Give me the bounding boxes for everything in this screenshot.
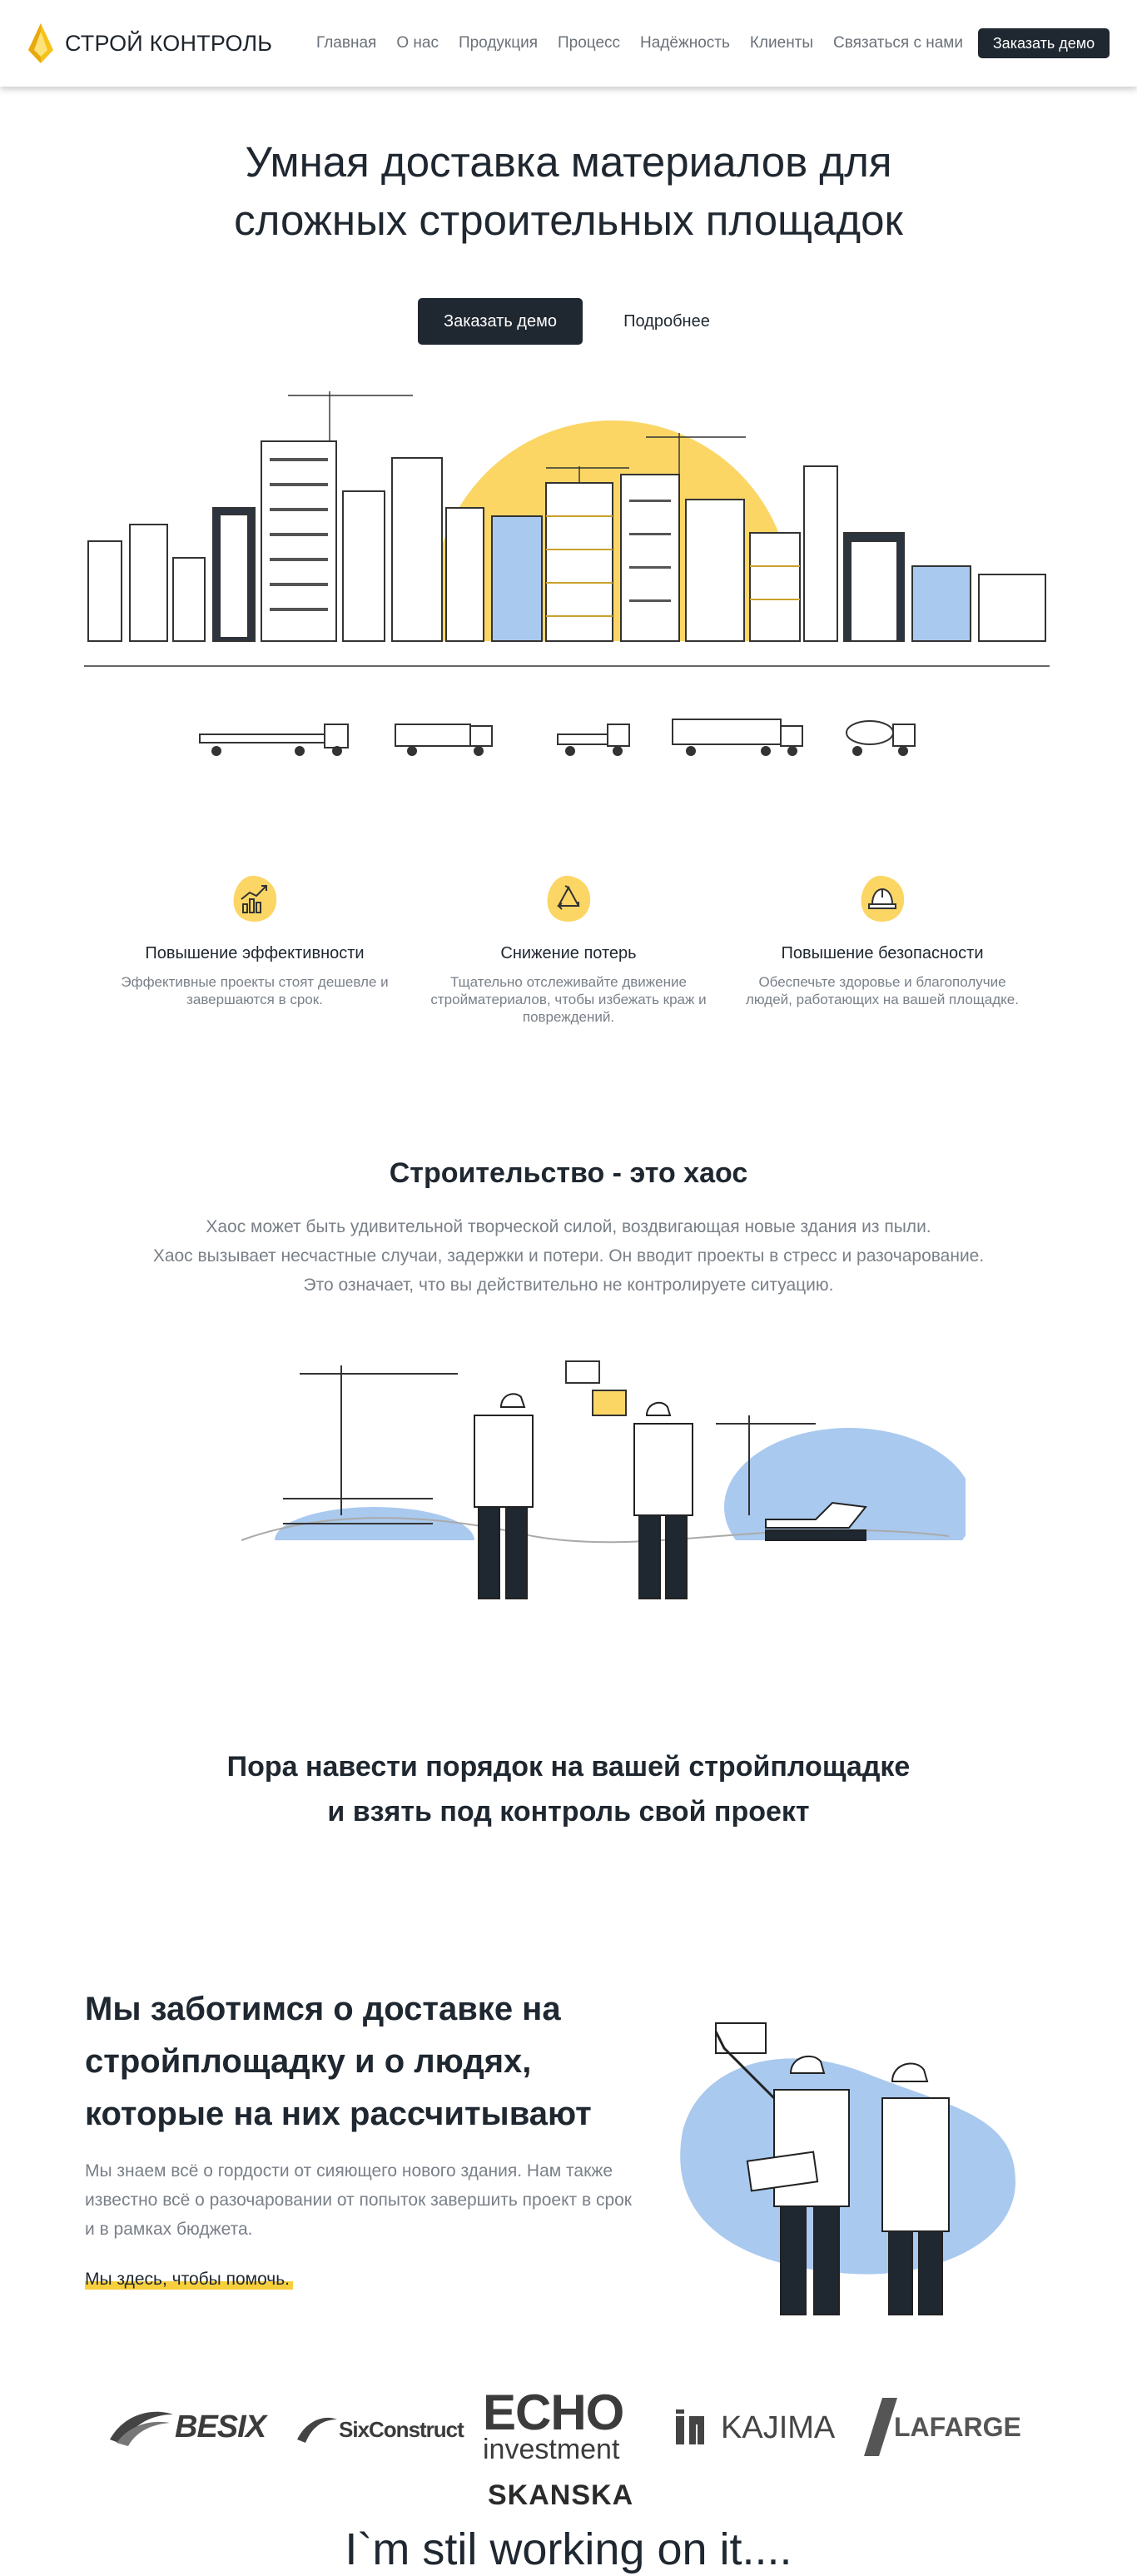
nav-link-home[interactable]: Главная <box>316 32 376 55</box>
construction-workers-illustration <box>233 1360 966 1607</box>
hero-title-line2: сложных строительных площадок <box>234 196 903 244</box>
logo-investment-text: investment <box>483 2434 620 2465</box>
feature-safety: Повышение безопасности Обеспечьте здоров… <box>724 873 1040 1008</box>
care-highlight: Мы здесь, чтобы помочь. <box>85 2270 294 2290</box>
city-skyline-illustration <box>80 391 1054 683</box>
diamond-logo-icon <box>28 23 53 63</box>
logo-echo-investment: ECHO investment <box>483 2385 624 2465</box>
chaos-line2: Хаос вызывает несчастные случаи, задержк… <box>152 1246 985 1266</box>
footer-wip-note: I`m stil working on it.... <box>345 2524 792 2574</box>
chart-growth-icon <box>228 873 281 926</box>
feature-safety-text: Обеспечьте здоровье и благополучие людей… <box>746 974 1019 1007</box>
care-title: Мы заботимся о доставке на стройплощадку… <box>85 1983 651 2141</box>
nav-link-about[interactable]: О нас <box>396 32 439 55</box>
hero-demo-button[interactable]: Заказать демо <box>418 298 583 345</box>
hero-more-button[interactable]: Подробнее <box>604 298 729 345</box>
hero-title-line1: Умная доставка материалов для <box>245 138 892 186</box>
logo-kajima-text: KAJIMA <box>721 2409 836 2445</box>
nav-link-reliability[interactable]: Надёжность <box>640 32 730 55</box>
logo-sixconstruct: SixConstruct <box>295 2413 464 2446</box>
nav-link-contact[interactable]: Связаться с нами <box>833 32 963 55</box>
feature-efficiency: Повышение эффективности Эффективные прое… <box>97 873 413 1008</box>
logo-sixconstruct-text: SixConstruct <box>339 2416 464 2442</box>
client-logos: BESIX SixConstruct ECHO investment KAJIM… <box>0 2385 1137 2523</box>
logo-lafarge-text: LAFARGE <box>894 2411 1021 2442</box>
sixconstruct-swoosh-icon <box>297 2417 337 2443</box>
chaos-text: Хаос может быть удивительной творческой … <box>69 1212 1068 1300</box>
logo-skanska-text: SKANSKA <box>488 2479 634 2511</box>
logo-echo-text: ECHO <box>483 2385 624 2440</box>
logo-skanska: SKANSKA <box>488 2479 633 2512</box>
logo-lafarge: LAFARGE <box>864 2398 1021 2456</box>
feature-losses-title: Снижение потерь <box>500 944 637 962</box>
order-title-line2: и взять под контроль свой проект <box>327 1796 810 1828</box>
logo-besix-text: BESIX <box>175 2409 266 2444</box>
engineers-illustration <box>680 2022 1015 2315</box>
care-title-line1: Мы заботимся о доставке на <box>85 1991 561 2027</box>
recycle-icon <box>542 873 595 926</box>
besix-swoosh-icon <box>110 2411 173 2446</box>
logo-kajima: KAJIMA <box>674 2409 835 2446</box>
hero-title: Умная доставка материалов для сложных ст… <box>152 133 985 250</box>
nav-link-process[interactable]: Процесс <box>558 32 620 55</box>
chaos-title: Строительство - это хаос <box>389 1157 748 1189</box>
care-title-line3: которые на них рассчитывают <box>85 2096 592 2132</box>
brand-logo[interactable]: СТРОЙ КОНТРОЛЬ <box>28 22 272 65</box>
order-title: Пора навести порядок на вашей стройплоща… <box>152 1744 985 1834</box>
hard-hat-icon <box>856 873 909 926</box>
feature-safety-title: Повышение безопасности <box>781 944 984 962</box>
chaos-line1: Хаос может быть удивительной творческой … <box>206 1217 931 1236</box>
chaos-line3: Это означает, что вы действительно не ко… <box>303 1276 834 1295</box>
feature-efficiency-title: Повышение эффективности <box>145 944 365 962</box>
brand-name: СТРОЙ КОНТРОЛЬ <box>65 30 273 56</box>
order-title-line1: Пора навести порядок на вашей стройплоща… <box>226 1751 911 1783</box>
logo-besix: BESIX <box>108 2406 266 2448</box>
main-menu: Главная О нас Продукция Процесс Надёжнос… <box>316 32 983 55</box>
feature-losses-text: Тщательно отслеживайте движение строймат… <box>430 974 707 1025</box>
feature-losses: Снижение потерь Тщательно отслеживайте д… <box>410 873 727 1026</box>
kajima-mark-icon <box>676 2409 704 2444</box>
care-title-line2: стройплощадку и о людях, <box>85 2043 532 2080</box>
navbar: СТРОЙ КОНТРОЛЬ Главная О нас Продукция П… <box>0 0 1137 87</box>
nav-demo-button[interactable]: Заказать демо <box>978 28 1110 58</box>
care-text: Мы знаем всё о гордости от сияющего ново… <box>85 2161 632 2239</box>
nav-link-clients[interactable]: Клиенты <box>750 32 813 55</box>
nav-link-products[interactable]: Продукция <box>459 32 538 55</box>
feature-efficiency-text: Эффективные проекты стоят дешевле и заве… <box>121 974 389 1007</box>
trucks-illustration <box>199 719 916 756</box>
